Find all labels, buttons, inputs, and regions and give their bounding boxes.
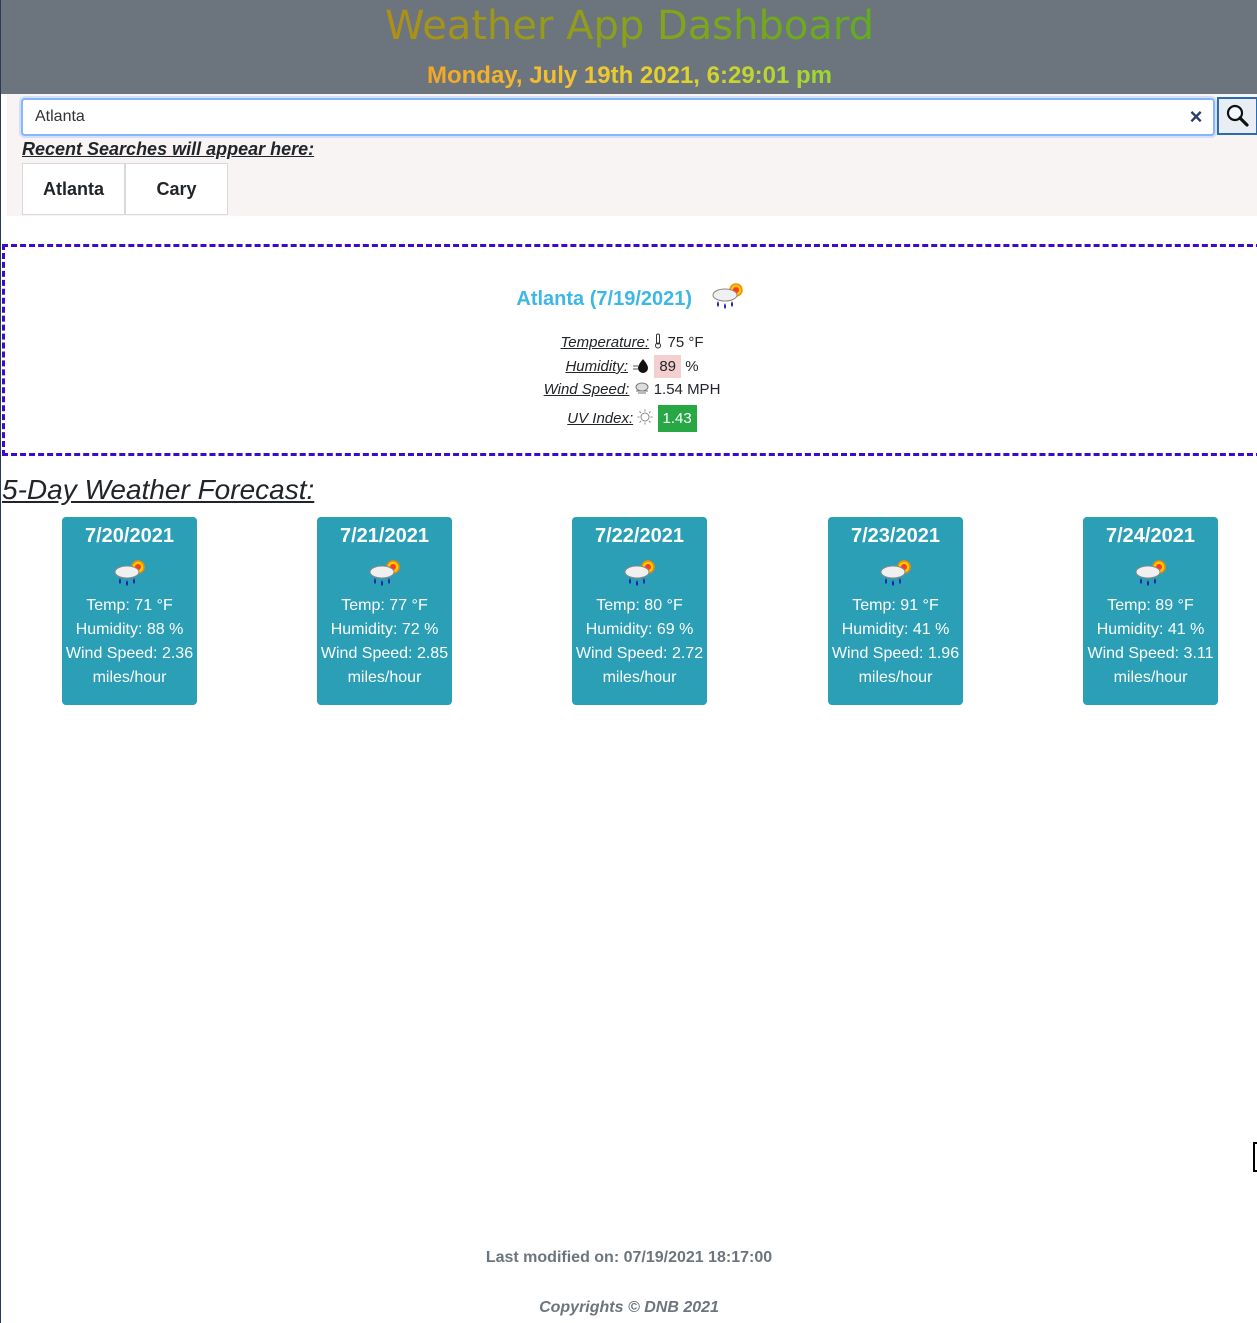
forecast-humidity: Humidity: 72 % — [330, 621, 439, 638]
forecast-date: 7/20/2021 — [85, 525, 174, 547]
forecast-card: 7/24/2021 Temp: 89 °F Humidity: 41 % Win… — [1083, 517, 1218, 705]
forecast-temp: Temp: 71 °F — [86, 597, 173, 614]
forecast-card: 7/23/2021 Temp: 91 °F Humidity: 41 % Win… — [828, 517, 963, 705]
forecast-card: 7/22/2021 Temp: 80 °F Humidity: 69 % Win… — [572, 517, 707, 705]
temperature-label: Temperature: — [560, 333, 650, 351]
forecast-card: 7/21/2021 Temp: 77 °F Humidity: 72 % Win… — [317, 517, 452, 705]
forecast-temp: Temp: 89 °F — [1107, 597, 1194, 614]
last-modified: Last modified on: 07/19/2021 18:17:00 — [485, 1249, 773, 1266]
temperature-value: 75 °F — [667, 333, 704, 351]
forecast-heading: 5-Day Weather Forecast: — [2, 474, 315, 505]
forecast-wind-unit: miles/hour — [858, 669, 933, 686]
forecast-card: 7/20/2021 Temp: 71 °F Humidity: 88 % Win… — [62, 517, 197, 705]
recent-searches-list: Atlanta Cary — [22, 163, 228, 215]
copyright: Copyrights © DNB 2021 — [539, 1299, 719, 1316]
forecast-humidity: Humidity: 41 % — [1096, 621, 1205, 638]
rain-sun-icon — [62, 556, 197, 590]
search-button[interactable] — [1217, 97, 1257, 135]
forecast-humidity: Humidity: 69 % — [585, 621, 694, 638]
forecast-wind: Wind Speed: 2.85 — [320, 645, 449, 662]
city-search-input[interactable] — [21, 98, 1215, 136]
rain-sun-icon — [572, 556, 707, 590]
search-icon — [1226, 104, 1249, 127]
forecast-date: 7/23/2021 — [851, 525, 940, 547]
forecast-temp: Temp: 77 °F — [341, 597, 428, 614]
forecast-humidity: Humidity: 88 % — [75, 621, 184, 638]
forecast-temp: Temp: 80 °F — [596, 597, 683, 614]
current-city-date: Atlanta (7/19/2021) — [516, 287, 693, 310]
wind-speed-value: 1.54 MPH — [653, 381, 721, 398]
wind-speed-label: Wind Speed: — [543, 381, 630, 398]
humidity-row: Humidity: 89 % — [5, 354, 1257, 378]
forecast-date: 7/24/2021 — [1106, 525, 1195, 547]
forecast-wind-unit: miles/hour — [347, 669, 422, 686]
uv-index-label: UV Index: — [567, 410, 634, 427]
page-title: Weather App Dashboard — [1, 2, 1257, 50]
current-datetime: Monday, July 19th 2021, 6:29:01 pm — [427, 60, 832, 92]
forecast-temp: Temp: 91 °F — [852, 597, 939, 614]
forecast-wind: Wind Speed: 2.72 — [575, 645, 704, 662]
clear-search-button[interactable]: × — [1185, 104, 1207, 130]
forecast-wind-unit: miles/hour — [602, 669, 677, 686]
thermometer-icon — [653, 333, 663, 353]
search-panel: × Recent Searches will appear here: Atla… — [7, 94, 1257, 216]
recent-searches-label: Recent Searches will appear here: — [22, 139, 315, 159]
forecast-wind-unit: miles/hour — [1113, 669, 1188, 686]
forecast-humidity: Humidity: 41 % — [841, 621, 950, 638]
recent-search-cary[interactable]: Cary — [125, 163, 228, 215]
humidity-value: 89 — [654, 354, 682, 378]
forecast-wind-unit: miles/hour — [92, 669, 167, 686]
humidity-unit: % — [685, 357, 699, 375]
forecast-wind: Wind Speed: 1.96 — [831, 645, 960, 662]
app-header: Weather App Dashboard Monday, July 19th … — [1, 0, 1257, 94]
rain-sun-icon — [1083, 556, 1218, 590]
recent-search-atlanta[interactable]: Atlanta — [22, 163, 125, 215]
forecast-wind: Wind Speed: 3.11 — [1087, 645, 1214, 662]
rain-sun-icon — [828, 556, 963, 590]
text-cursor-icon — [1253, 1142, 1257, 1172]
wind-icon — [634, 381, 650, 399]
uv-sun-icon — [637, 409, 653, 429]
rain-sun-icon — [317, 556, 452, 590]
current-weather-panel: Atlanta (7/19/2021) Temperature: 75 °F H… — [2, 244, 1257, 456]
uv-row: UV Index: 1.43 — [5, 405, 1257, 432]
forecast-date: 7/21/2021 — [340, 525, 429, 547]
temperature-row: Temperature: 75 °F — [5, 333, 1257, 353]
wind-row: Wind Speed: 1.54 MPH — [5, 381, 1257, 399]
rain-sun-icon — [708, 279, 748, 319]
humidity-icon — [632, 357, 650, 377]
forecast-wind: Wind Speed: 2.36 — [65, 645, 194, 662]
humidity-label: Humidity: — [565, 357, 628, 375]
forecast-date: 7/22/2021 — [595, 525, 684, 547]
uv-index-badge: 1.43 — [657, 405, 697, 432]
